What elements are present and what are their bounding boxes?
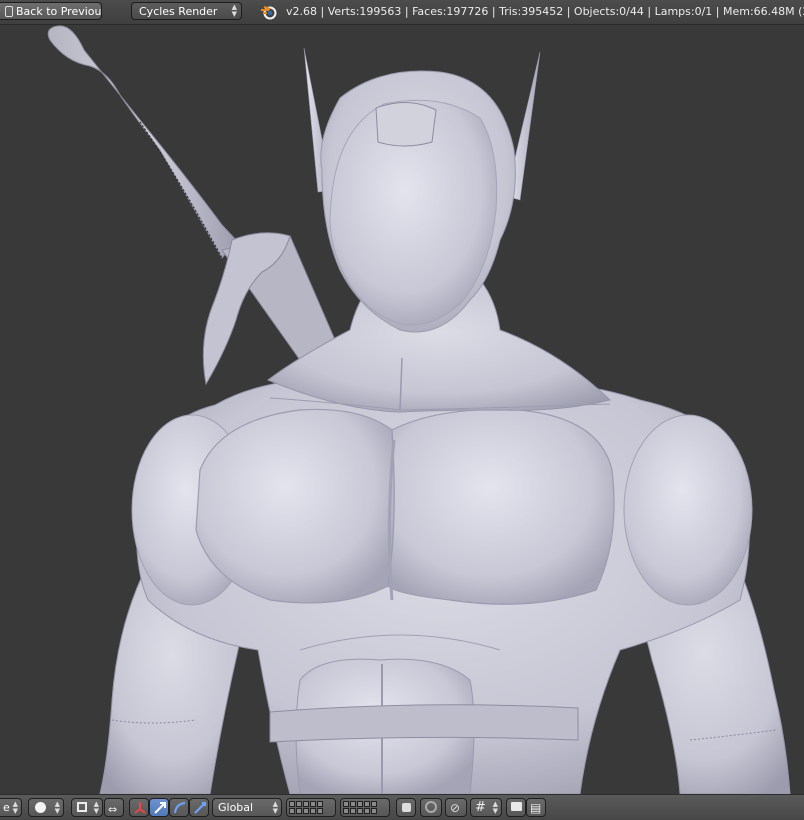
layers-icon xyxy=(364,801,370,807)
manipulator-toggle-main[interactable] xyxy=(129,798,149,817)
proportional-edit-icon xyxy=(425,801,437,813)
mode-select[interactable]: e ▲ ▼ xyxy=(0,798,22,817)
viewport-shading-icon xyxy=(35,802,46,813)
layers-icon xyxy=(357,808,363,814)
info-header: Back to Previous Cycles Render ▲ ▼ v2.68 … xyxy=(0,0,804,25)
render-engine-value: Cycles Render xyxy=(139,5,218,18)
layers-icon xyxy=(371,801,377,807)
snap-magnet-icon: ⊘ xyxy=(450,801,461,815)
snap-toggle-button[interactable]: ⊘ xyxy=(445,798,467,817)
screen-icon xyxy=(5,6,13,17)
layers-icon xyxy=(357,801,363,807)
scale-manipulator-button[interactable] xyxy=(189,798,209,817)
dropdown-arrows-icon: ▲ ▼ xyxy=(93,800,99,815)
opengl-render-still-button[interactable] xyxy=(506,798,526,817)
transform-orientation-select[interactable]: Global ▲ ▼ xyxy=(212,798,282,817)
layers-icon xyxy=(343,808,349,814)
back-to-previous-button[interactable]: Back to Previous xyxy=(0,2,102,20)
masked-head xyxy=(303,47,541,333)
3d-view-header: e ▲ ▼ ▲ ▼ ▲ ▼ ⇔ Global ▲ ▼ ⊘ # ▲ ▼ ▤ xyxy=(0,794,804,820)
3d-viewport[interactable] xyxy=(0,25,804,794)
back-to-previous-label: Back to Previous xyxy=(16,5,102,18)
pivot-point-select[interactable]: ▲ ▼ xyxy=(71,798,103,817)
viewport-shading-select[interactable]: ▲ ▼ xyxy=(28,798,64,817)
layers-grid-left[interactable] xyxy=(286,798,336,817)
render-still-icon xyxy=(511,802,522,811)
scale-manipulator-icon xyxy=(194,802,206,814)
layers-icon xyxy=(350,808,356,814)
dropdown-arrows-icon: ▲ ▼ xyxy=(54,800,60,815)
layers-icon xyxy=(310,808,316,814)
layers-icon xyxy=(289,808,295,814)
dropdown-arrows-icon: ▲ ▼ xyxy=(12,800,18,815)
opengl-render-anim-button[interactable]: ▤ xyxy=(526,798,546,817)
torso xyxy=(131,379,753,794)
translate-manipulator-icon xyxy=(154,802,166,814)
lock-icon xyxy=(402,803,411,812)
layers-icon xyxy=(310,801,316,807)
proportional-edit-button[interactable] xyxy=(420,798,442,817)
layers-icon xyxy=(296,808,302,814)
pivot-point-icon xyxy=(77,802,87,812)
snap-icon: # xyxy=(475,800,486,815)
layers-icon xyxy=(343,801,349,807)
layers-icon xyxy=(371,808,377,814)
blender-logo-icon xyxy=(261,6,277,20)
render-engine-select[interactable]: Cycles Render ▲ ▼ xyxy=(131,2,242,20)
manipulator-axes-icon xyxy=(134,802,146,814)
layers-icon xyxy=(364,808,370,814)
manipulator-icon: ⇔ xyxy=(108,803,118,816)
sword xyxy=(47,25,336,386)
dropdown-arrows-icon: ▲ ▼ xyxy=(231,3,237,18)
layers-grid-right[interactable] xyxy=(340,798,390,817)
layers-icon xyxy=(317,808,323,814)
layers-icon xyxy=(317,801,323,807)
lock-layers-button[interactable] xyxy=(396,798,416,817)
layers-icon xyxy=(303,801,309,807)
scene-statistics: v2.68 | Verts:199563 | Faces:197726 | Tr… xyxy=(286,5,804,18)
viewport-render xyxy=(47,25,791,794)
translate-manipulator-button[interactable] xyxy=(149,798,169,817)
render-anim-icon: ▤ xyxy=(530,801,542,815)
layers-icon xyxy=(289,801,295,807)
rotate-manipulator-button[interactable] xyxy=(169,798,189,817)
layers-icon xyxy=(296,801,302,807)
rotate-manipulator-icon xyxy=(174,802,186,814)
transform-orientation-value: Global xyxy=(218,801,254,814)
mode-select-value: e xyxy=(3,801,10,814)
layers-icon xyxy=(350,801,356,807)
dropdown-arrows-icon: ▲ ▼ xyxy=(492,800,498,815)
manipulator-toggle[interactable]: ⇔ xyxy=(104,798,124,817)
snap-element-select[interactable]: # ▲ ▼ xyxy=(470,798,502,817)
dropdown-arrows-icon: ▲ ▼ xyxy=(272,800,278,815)
layers-icon xyxy=(303,808,309,814)
